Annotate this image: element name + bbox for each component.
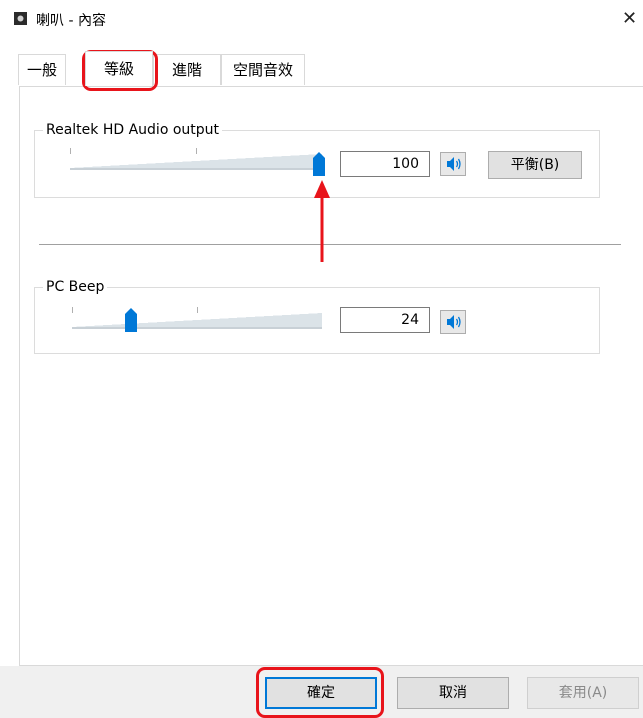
beep-slider-thumb[interactable] (125, 308, 137, 332)
tab-general[interactable]: 一般 (18, 54, 66, 85)
beep-device-label: PC Beep (46, 279, 105, 295)
tab-levels[interactable]: 等級 (85, 51, 153, 86)
beep-level-field[interactable]: 24 (340, 307, 430, 333)
cancel-button[interactable]: 取消 (397, 677, 509, 709)
balance-button[interactable]: 平衡(B) (488, 151, 582, 179)
tab-spatial-sound[interactable]: 空間音效 (221, 54, 305, 85)
output-mute-button[interactable] (440, 152, 466, 176)
window-title: 喇叭 - 內容 (36, 13, 106, 29)
apply-button: 套用(A) (527, 677, 639, 709)
output-slider-tick (196, 148, 197, 154)
title-bar: 喇叭 - 內容 ✕ (0, 0, 643, 40)
output-level-field[interactable]: 100 (340, 151, 430, 177)
ok-button[interactable]: 確定 (265, 677, 377, 709)
beep-slider-tick (197, 307, 198, 313)
beep-mute-button[interactable] (440, 310, 466, 334)
output-slider-track[interactable] (70, 154, 322, 170)
close-button[interactable]: ✕ (616, 4, 643, 34)
output-device-label: Realtek HD Audio output (46, 122, 220, 138)
beep-slider-tick (72, 307, 73, 313)
tab-advanced[interactable]: 進階 (153, 54, 221, 85)
separator-line (39, 244, 621, 245)
speaker-icon (447, 157, 461, 171)
output-slider-thumb[interactable] (313, 152, 325, 176)
speaker-icon (447, 315, 461, 329)
speaker-app-icon (14, 12, 27, 25)
beep-slider-track[interactable] (72, 313, 322, 329)
output-slider-tick (70, 148, 71, 154)
